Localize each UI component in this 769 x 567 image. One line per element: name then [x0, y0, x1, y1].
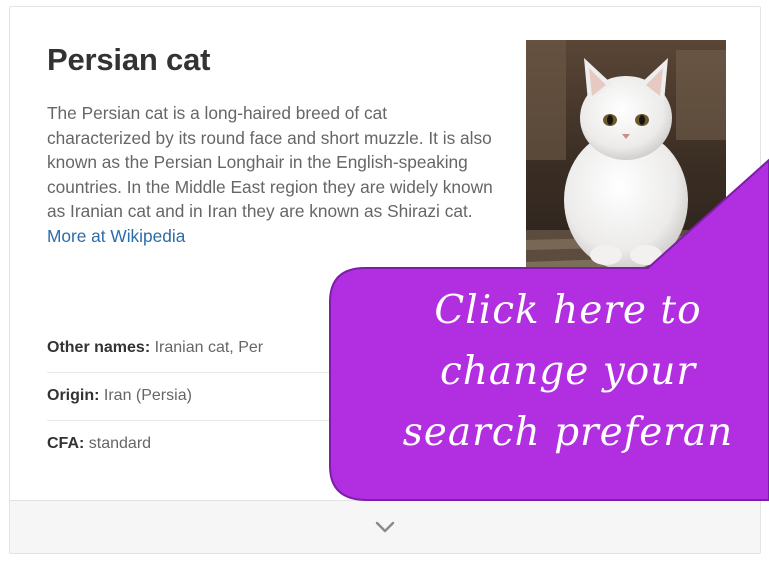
fact-label: CFA:	[47, 435, 85, 452]
fact-label: Other names:	[47, 339, 151, 356]
more-at-wikipedia-link[interactable]: More at Wikipedia	[47, 226, 185, 246]
cat-image	[526, 40, 726, 280]
panel-description: The Persian cat is a long-haired breed o…	[47, 101, 495, 249]
callout-line-2: change your	[439, 349, 697, 394]
callout-line-1: Click here to	[434, 288, 702, 333]
persian-cat-photo[interactable]	[526, 40, 726, 280]
fact-cfa: CFA: standard	[47, 421, 345, 469]
fact-value: standard	[88, 435, 152, 452]
fact-label: Origin:	[47, 387, 100, 404]
expand-footer[interactable]	[10, 500, 760, 553]
fact-other-names: Other names: Iranian cat, Per	[47, 325, 345, 373]
facts-list: Other names: Iranian cat, Per Origin: Ir…	[47, 325, 345, 469]
callout-message[interactable]: Click here to change your search prefera…	[338, 280, 769, 463]
fact-origin: Origin: Iran (Persia)	[47, 373, 345, 421]
callout-line-3: search preferan	[402, 410, 734, 455]
panel-title: Persian cat	[47, 42, 211, 77]
fact-value: Iran (Persia)	[103, 387, 192, 404]
chevron-down-icon[interactable]	[375, 521, 395, 533]
description-text: The Persian cat is a long-haired breed o…	[47, 103, 493, 222]
fact-value: Iranian cat, Per	[154, 339, 264, 356]
